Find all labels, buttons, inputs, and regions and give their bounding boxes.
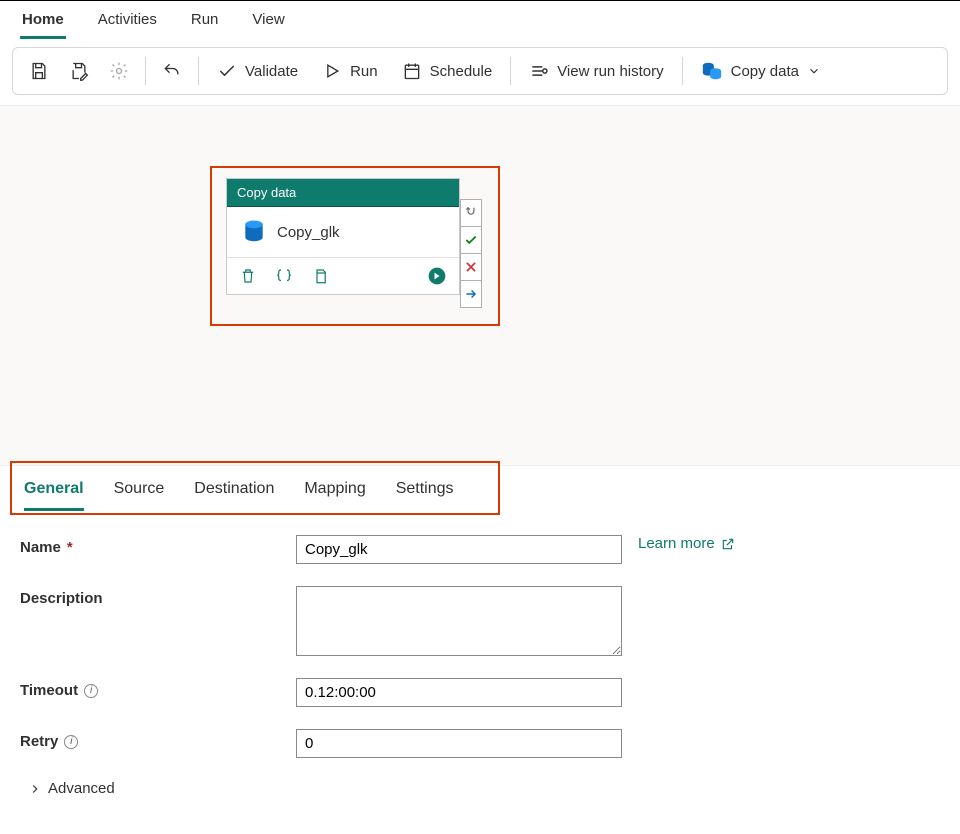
general-form: Name * Learn more Description Timeout i … bbox=[0, 511, 960, 801]
chevron-right-icon bbox=[28, 782, 42, 796]
tab-source[interactable]: Source bbox=[114, 480, 165, 511]
activity-type-label: Copy data bbox=[227, 179, 459, 207]
anchor-swap[interactable] bbox=[460, 199, 482, 227]
go-arrow-icon[interactable] bbox=[427, 266, 447, 286]
calendar-icon bbox=[402, 61, 422, 81]
retry-label: Retry i bbox=[20, 729, 296, 750]
validate-label: Validate bbox=[245, 63, 298, 80]
activity-anchors bbox=[460, 200, 482, 308]
name-label: Name * bbox=[20, 535, 296, 556]
timeout-input[interactable] bbox=[296, 678, 622, 707]
top-tab-bar: Home Activities Run View bbox=[0, 0, 960, 39]
info-icon[interactable]: i bbox=[64, 735, 78, 749]
divider bbox=[682, 57, 683, 85]
play-icon bbox=[322, 61, 342, 81]
tab-home[interactable]: Home bbox=[20, 7, 66, 39]
divider bbox=[510, 57, 511, 85]
chevron-down-icon bbox=[807, 64, 821, 78]
code-braces-icon[interactable] bbox=[275, 267, 293, 285]
validate-button[interactable]: Validate bbox=[207, 53, 308, 89]
pipeline-canvas[interactable]: Copy data Copy_glk bbox=[0, 105, 960, 465]
tab-view[interactable]: View bbox=[250, 7, 286, 39]
database-icon bbox=[241, 219, 267, 245]
ribbon-toolbar: Validate Run Schedule View run history C… bbox=[12, 47, 948, 95]
activity-name: Copy_glk bbox=[277, 224, 340, 241]
copy-data-label: Copy data bbox=[731, 63, 799, 80]
schedule-label: Schedule bbox=[430, 63, 493, 80]
save-button[interactable] bbox=[21, 53, 57, 89]
tab-settings[interactable]: Settings bbox=[396, 480, 454, 511]
save-as-button[interactable] bbox=[61, 53, 97, 89]
view-run-history-label: View run history bbox=[557, 63, 663, 80]
tab-destination[interactable]: Destination bbox=[194, 480, 274, 511]
anchor-fail[interactable] bbox=[460, 253, 482, 281]
advanced-toggle[interactable]: Advanced bbox=[28, 780, 115, 797]
run-history-icon bbox=[529, 61, 549, 81]
settings-button[interactable] bbox=[101, 53, 137, 89]
copy-icon[interactable] bbox=[311, 267, 329, 285]
tab-general[interactable]: General bbox=[24, 480, 84, 511]
run-label: Run bbox=[350, 63, 378, 80]
tab-mapping[interactable]: Mapping bbox=[304, 480, 365, 511]
database-icon bbox=[701, 60, 723, 82]
save-pencil-icon bbox=[69, 61, 89, 81]
tab-activities[interactable]: Activities bbox=[96, 7, 159, 39]
info-icon[interactable]: i bbox=[84, 684, 98, 698]
check-icon bbox=[217, 61, 237, 81]
description-input[interactable] bbox=[296, 586, 622, 656]
undo-button[interactable] bbox=[154, 53, 190, 89]
copy-data-activity[interactable]: Copy data Copy_glk bbox=[226, 178, 460, 295]
timeout-label: Timeout i bbox=[20, 678, 296, 699]
anchor-skip[interactable] bbox=[460, 280, 482, 308]
run-button[interactable]: Run bbox=[312, 53, 388, 89]
schedule-button[interactable]: Schedule bbox=[392, 53, 503, 89]
retry-input[interactable] bbox=[296, 729, 622, 758]
view-run-history-button[interactable]: View run history bbox=[519, 53, 673, 89]
divider bbox=[145, 57, 146, 85]
trash-icon[interactable] bbox=[239, 267, 257, 285]
external-link-icon bbox=[721, 537, 735, 551]
copy-data-dropdown[interactable]: Copy data bbox=[691, 52, 831, 90]
property-tab-bar: General Source Destination Mapping Setti… bbox=[0, 465, 960, 511]
learn-more-link[interactable]: Learn more bbox=[638, 535, 735, 552]
save-icon bbox=[29, 61, 49, 81]
gear-icon bbox=[109, 61, 129, 81]
anchor-success[interactable] bbox=[460, 226, 482, 254]
divider bbox=[198, 57, 199, 85]
undo-icon bbox=[162, 61, 182, 81]
tab-run[interactable]: Run bbox=[189, 7, 221, 39]
name-input[interactable] bbox=[296, 535, 622, 564]
description-label: Description bbox=[20, 586, 296, 607]
